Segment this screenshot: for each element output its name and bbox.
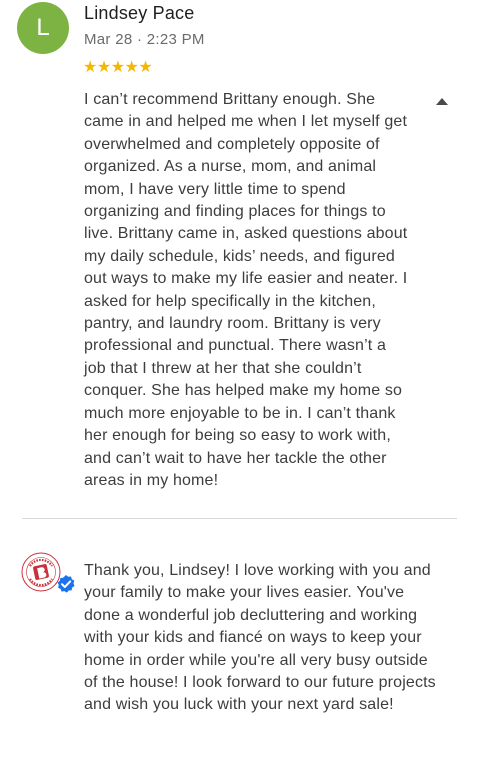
business-logo-icon[interactable] [21,552,61,592]
reviewer-avatar[interactable]: L [17,2,69,54]
review-text: I can’t recommend Brittany enough. She c… [84,91,408,489]
collapse-caret-icon[interactable] [436,98,448,105]
divider [22,518,457,519]
review-date: Mar 28 · 2:23 PM [84,31,205,48]
reviewer-name[interactable]: Lindsey Pace [84,3,194,24]
star-rating: ★★★★★ [83,59,153,76]
owner-reply-text: Thank you, Lindsey! I love working with … [84,562,436,714]
verified-badge-icon [57,575,75,593]
avatar-letter: L [36,14,50,41]
